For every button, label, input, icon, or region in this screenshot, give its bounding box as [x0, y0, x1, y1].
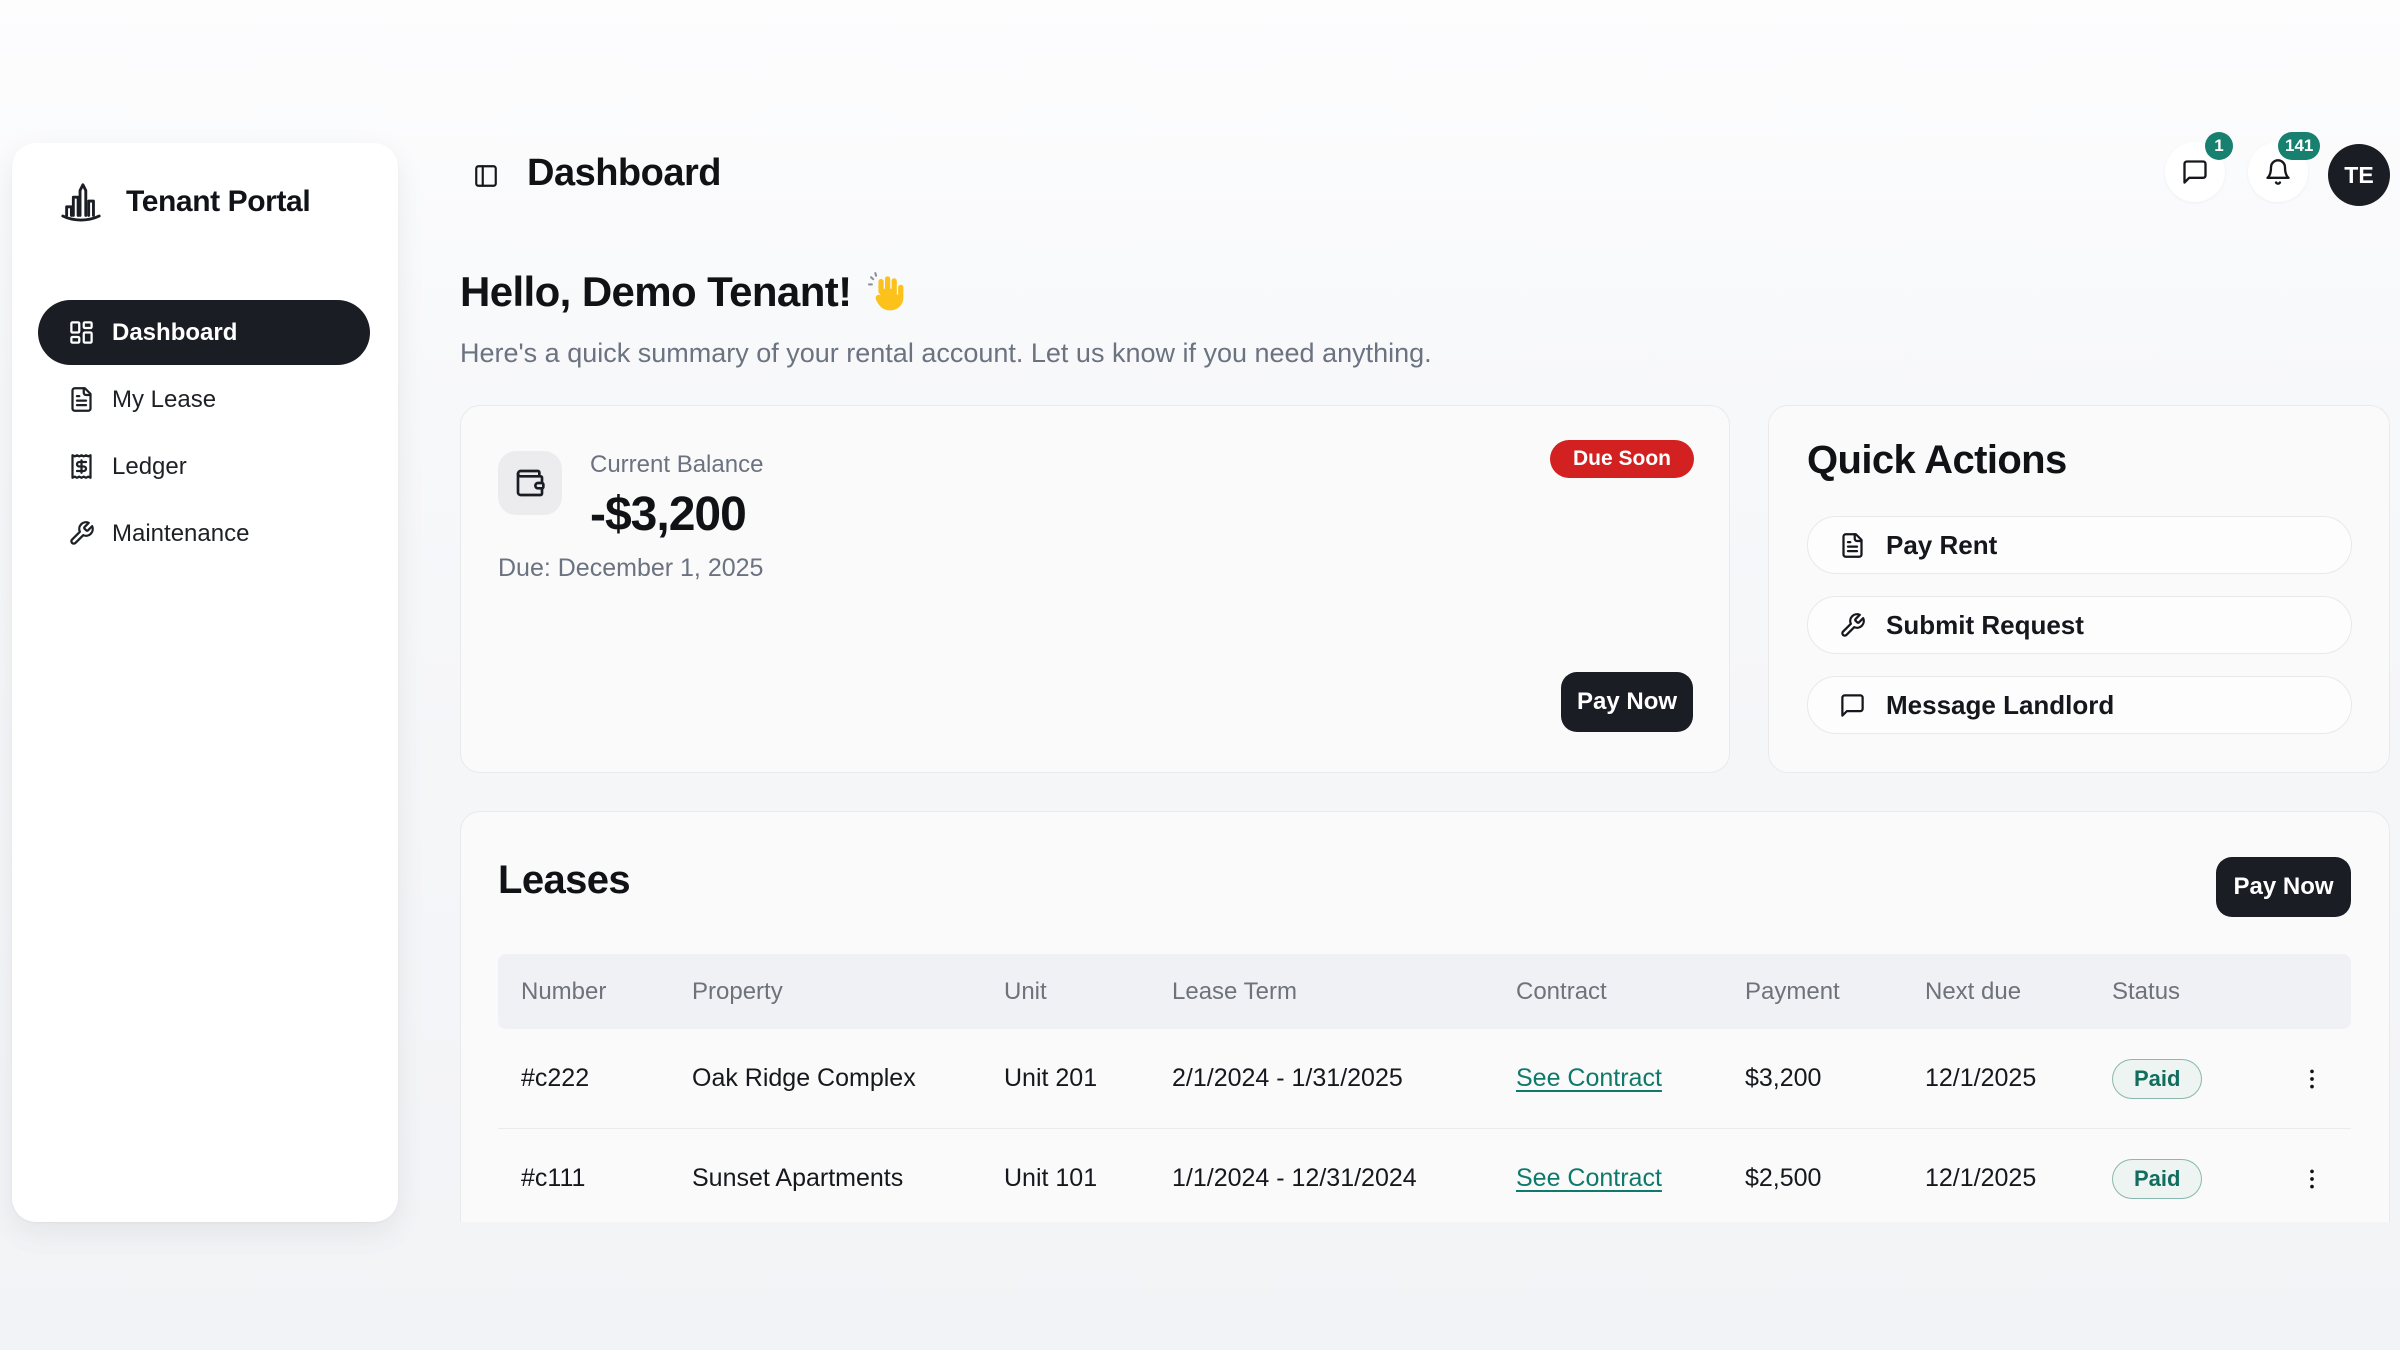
lease-property: Sunset Apartments: [692, 1164, 1004, 1193]
leases-title: Leases: [498, 858, 630, 903]
user-avatar[interactable]: TE: [2328, 144, 2390, 206]
sidebar-item-ledger[interactable]: Ledger: [38, 434, 370, 499]
app-title: Tenant Portal: [126, 185, 310, 219]
lease-payment: $3,200: [1745, 1064, 1925, 1093]
table-row: #c222 Oak Ridge Complex Unit 201 2/1/202…: [498, 1029, 2351, 1129]
lease-next-due: 12/1/2025: [1925, 1164, 2112, 1193]
sidebar-toggle-button[interactable]: [462, 152, 510, 200]
lease-document-icon: [68, 386, 95, 413]
greeting-title: Hello, Demo Tenant!: [460, 268, 852, 316]
col-header-contract: Contract: [1516, 978, 1745, 1006]
col-header-payment: Payment: [1745, 978, 1925, 1006]
due-soon-badge: Due Soon: [1550, 440, 1694, 478]
sidebar-nav: Dashboard My Lease Ledger: [38, 300, 370, 566]
lease-number: #c222: [521, 1064, 692, 1093]
balance-amount: -$3,200: [590, 487, 763, 542]
balance-label: Current Balance: [590, 451, 763, 479]
table-header-row: Number Property Unit Lease Term Contract…: [498, 954, 2351, 1029]
waving-hand-emoji: [864, 271, 906, 313]
lease-next-due: 12/1/2025: [1925, 1064, 2112, 1093]
message-landlord-button[interactable]: Message Landlord: [1807, 676, 2352, 734]
table-row: #c111 Sunset Apartments Unit 101 1/1/202…: [498, 1129, 2351, 1222]
sidebar-item-dashboard[interactable]: Dashboard: [38, 300, 370, 365]
lease-property: Oak Ridge Complex: [692, 1064, 1004, 1093]
quick-actions-title: Quick Actions: [1807, 438, 2067, 483]
col-header-next-due: Next due: [1925, 978, 2112, 1006]
greeting-subtitle: Here's a quick summary of your rental ac…: [460, 338, 1432, 369]
lease-term: 2/1/2024 - 1/31/2025: [1172, 1064, 1516, 1093]
message-icon: [2181, 158, 2209, 186]
leases-table: Number Property Unit Lease Term Contract…: [498, 954, 2351, 1222]
sidebar-item-label: Maintenance: [112, 520, 249, 548]
due-date-text: Due: December 1, 2025: [498, 554, 763, 583]
col-header-number: Number: [521, 978, 692, 1006]
sidebar-item-label: Ledger: [112, 453, 187, 481]
panel-left-icon: [473, 163, 499, 189]
quick-actions-card: Quick Actions Pay Rent Submit Request Me…: [1768, 405, 2390, 773]
receipt-icon: [68, 453, 95, 480]
file-text-icon: [1839, 532, 1866, 559]
pay-rent-button[interactable]: Pay Rent: [1807, 516, 2352, 574]
sidebar-item-label: Dashboard: [112, 319, 237, 347]
submit-request-button[interactable]: Submit Request: [1807, 596, 2352, 654]
pay-rent-label: Pay Rent: [1886, 530, 1997, 561]
messages-count-badge: 1: [2205, 132, 2233, 160]
row-menu-button[interactable]: [2290, 1057, 2334, 1101]
leases-card: Leases Pay Now Number Property Unit Leas…: [460, 811, 2390, 1222]
sidebar-item-my-lease[interactable]: My Lease: [38, 367, 370, 432]
sidebar-item-maintenance[interactable]: Maintenance: [38, 501, 370, 566]
lease-unit: Unit 101: [1004, 1164, 1172, 1193]
lease-payment: $2,500: [1745, 1164, 1925, 1193]
buildings-logo-icon: [58, 179, 104, 225]
col-header-lease-term: Lease Term: [1172, 978, 1516, 1006]
lease-number: #c111: [521, 1164, 692, 1193]
greeting-block: Hello, Demo Tenant! Here's a quick summa…: [460, 268, 1432, 369]
status-badge: Paid: [2112, 1059, 2202, 1099]
see-contract-link[interactable]: See Contract: [1516, 1064, 1662, 1092]
bell-icon: [2264, 158, 2292, 186]
col-header-status: Status: [2112, 978, 2288, 1006]
notifications-count-badge: 141: [2278, 132, 2320, 160]
more-vertical-icon: [2299, 1066, 2325, 1092]
wrench-icon: [1839, 612, 1866, 639]
row-menu-button[interactable]: [2290, 1157, 2334, 1201]
wrench-icon: [68, 520, 95, 547]
app-logo-row: Tenant Portal: [12, 143, 398, 225]
col-header-property: Property: [692, 978, 1004, 1006]
wallet-icon: [514, 467, 546, 499]
see-contract-link[interactable]: See Contract: [1516, 1164, 1662, 1192]
lease-unit: Unit 201: [1004, 1064, 1172, 1093]
dashboard-icon: [68, 319, 95, 346]
message-icon: [1839, 692, 1866, 719]
balance-card: Current Balance -$3,200 Due Soon Due: De…: [460, 405, 1730, 773]
more-vertical-icon: [2299, 1166, 2325, 1192]
message-landlord-label: Message Landlord: [1886, 690, 2114, 721]
col-header-unit: Unit: [1004, 978, 1172, 1006]
leases-pay-now-button[interactable]: Pay Now: [2216, 857, 2351, 917]
sidebar: Tenant Portal Dashboard My Lease: [12, 143, 398, 1222]
lease-term: 1/1/2024 - 12/31/2024: [1172, 1164, 1516, 1193]
pay-now-button[interactable]: Pay Now: [1561, 672, 1693, 732]
submit-request-label: Submit Request: [1886, 610, 2084, 641]
page-title: Dashboard: [527, 152, 721, 195]
sidebar-item-label: My Lease: [112, 386, 216, 414]
wallet-chip: [498, 451, 562, 515]
status-badge: Paid: [2112, 1159, 2202, 1199]
